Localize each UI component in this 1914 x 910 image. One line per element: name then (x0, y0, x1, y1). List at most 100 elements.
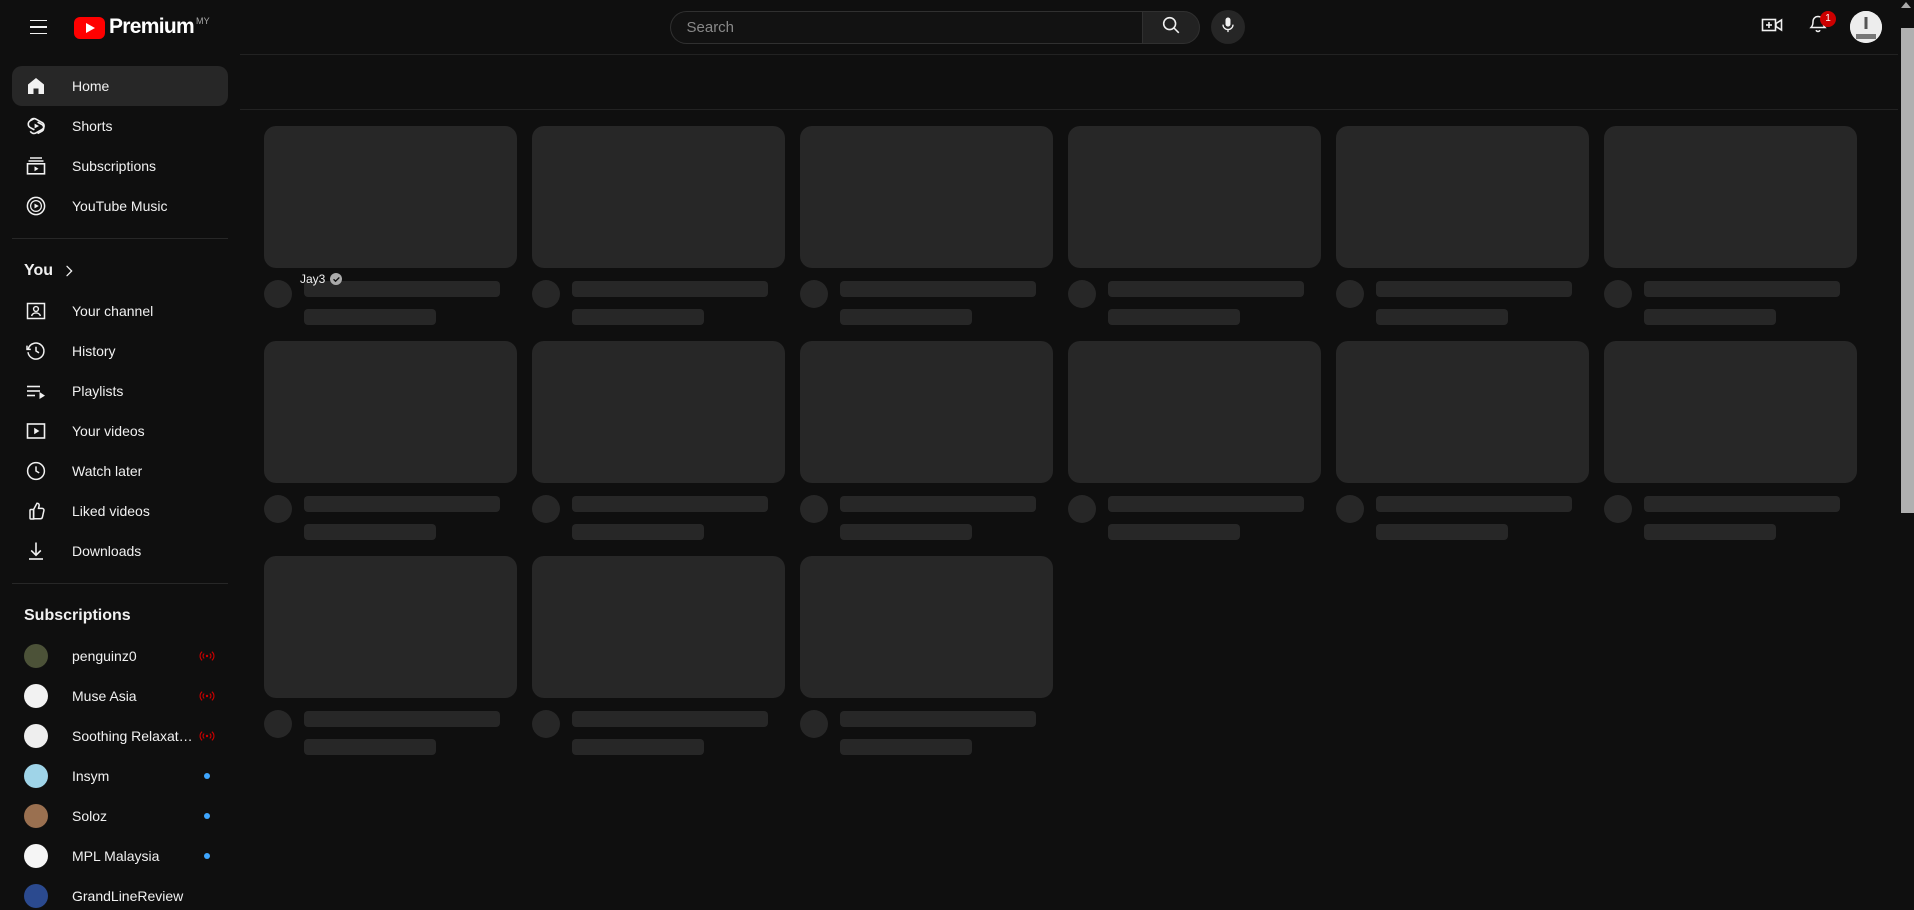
sidebar-you-header[interactable]: You (12, 251, 228, 291)
video-text-placeholder (304, 710, 517, 755)
video-meta-placeholder (264, 495, 517, 540)
verified-icon (330, 273, 343, 285)
video-thumbnail-placeholder[interactable] (800, 556, 1053, 698)
video-thumbnail-placeholder[interactable] (800, 126, 1053, 268)
subscription-name: Soothing Relaxat… (72, 728, 193, 744)
sidebar-item-downloads[interactable]: Downloads (12, 531, 228, 571)
logo-text: Premium (109, 15, 195, 38)
page-scrollbar[interactable] (1898, 0, 1914, 910)
create-video-button[interactable] (1752, 7, 1792, 47)
search-button[interactable] (1141, 10, 1200, 44)
sidebar-item-subscriptions[interactable]: Subscriptions (12, 146, 228, 186)
video-card[interactable] (1068, 126, 1321, 325)
video-thumbnail-placeholder[interactable] (532, 556, 785, 698)
hamburger-icon[interactable] (18, 7, 58, 47)
video-meta-placeholder (800, 280, 1053, 325)
sidebar-item-watch-later-label: Watch later (72, 463, 143, 479)
video-card[interactable] (1604, 341, 1857, 540)
channel-avatar-placeholder (1336, 495, 1364, 523)
video-meta-placeholder (1068, 280, 1321, 325)
subscription-item-insym[interactable]: Insym (12, 756, 228, 796)
scrollbar-thumb[interactable] (1901, 28, 1914, 513)
search-box[interactable] (669, 10, 1142, 44)
video-thumbnail-placeholder[interactable] (532, 341, 785, 483)
masthead: Premium MY Search 1 (0, 0, 1914, 54)
subscription-item-soothing-relaxation[interactable]: Soothing Relaxat… (12, 716, 228, 756)
avatar[interactable] (1850, 11, 1882, 43)
history-icon (24, 339, 48, 363)
sidebar-item-home[interactable]: Home (12, 66, 228, 106)
subtitle-placeholder-line (304, 524, 436, 540)
video-thumbnail-placeholder[interactable]: Jay3 (264, 126, 517, 286)
channel-avatar (24, 844, 48, 868)
video-thumbnail-placeholder[interactable] (264, 556, 517, 698)
video-thumbnail-placeholder[interactable] (1336, 126, 1589, 268)
video-thumbnail-placeholder[interactable] (1604, 341, 1857, 483)
sidebar-item-history[interactable]: History (12, 331, 228, 371)
voice-search-button[interactable] (1210, 10, 1245, 44)
subtitle-placeholder-line (572, 524, 704, 540)
video-card[interactable] (800, 126, 1053, 325)
scroll-up-arrow-icon[interactable] (1901, 2, 1911, 8)
subtitle-placeholder-line (1108, 309, 1240, 325)
sidebar-item-youtube-music[interactable]: YouTube Music (12, 186, 228, 226)
subscription-item-penguinz0[interactable]: penguinz0 (12, 636, 228, 676)
channel-avatar-placeholder (1604, 280, 1632, 308)
video-thumbnail-placeholder[interactable] (264, 341, 517, 483)
subscription-item-grandlinereview[interactable]: GrandLineReview (12, 876, 228, 910)
channel-avatar-placeholder (1336, 280, 1364, 308)
sidebar-item-liked-videos-label: Liked videos (72, 503, 150, 519)
search-input[interactable] (686, 18, 1142, 36)
video-thumbnail-placeholder[interactable] (1068, 126, 1321, 268)
video-text-placeholder (1376, 280, 1589, 325)
sidebar-item-downloads-label: Downloads (72, 543, 142, 559)
sidebar-item-youtube-music-label: YouTube Music (72, 198, 168, 214)
video-thumbnail-placeholder[interactable] (532, 126, 785, 268)
video-meta-placeholder (1604, 280, 1857, 325)
subscription-item-mpl-malaysia[interactable]: MPL Malaysia (12, 836, 228, 876)
youtube-premium-logo[interactable]: Premium MY (74, 15, 210, 39)
video-card[interactable] (264, 341, 517, 540)
video-card[interactable] (800, 341, 1053, 540)
video-card[interactable] (1068, 341, 1321, 540)
chevron-right-icon (61, 263, 77, 279)
main-content: Jay3 (240, 54, 1898, 910)
channel-avatar (24, 884, 48, 908)
downloads-icon (24, 539, 48, 563)
video-card[interactable] (532, 341, 785, 540)
sidebar-item-shorts[interactable]: Shorts (12, 106, 228, 146)
video-text-placeholder (1108, 280, 1321, 325)
video-card[interactable] (1336, 341, 1589, 540)
video-thumbnail-placeholder[interactable] (1604, 126, 1857, 268)
notification-count-badge: 1 (1820, 11, 1836, 27)
sidebar-item-playlists[interactable]: Playlists (12, 371, 228, 411)
video-card[interactable] (264, 556, 517, 755)
video-thumbnail-placeholder[interactable] (1068, 341, 1321, 483)
channel-avatar (24, 764, 48, 788)
new-content-dot (196, 853, 218, 859)
video-card[interactable] (532, 556, 785, 755)
video-card[interactable] (1336, 126, 1589, 325)
subscription-item-muse-asia[interactable]: Muse Asia (12, 676, 228, 716)
subscription-item-soloz[interactable]: Soloz (12, 796, 228, 836)
video-card[interactable] (800, 556, 1053, 755)
sidebar-item-your-videos[interactable]: Your videos (12, 411, 228, 451)
video-card[interactable] (1604, 126, 1857, 325)
notifications-button[interactable]: 1 (1798, 7, 1838, 47)
video-meta-placeholder (1336, 280, 1589, 325)
sidebar-item-watch-later[interactable]: Watch later (12, 451, 228, 491)
video-meta-placeholder (800, 495, 1053, 540)
video-thumbnail-placeholder[interactable] (800, 341, 1053, 483)
title-placeholder-line (304, 711, 500, 727)
microphone-icon (1218, 15, 1238, 40)
video-card[interactable] (532, 126, 785, 325)
sidebar[interactable]: Home Shorts Subscriptions YouTube Music … (0, 54, 240, 910)
filter-chip-bar[interactable] (240, 54, 1898, 110)
sidebar-item-your-channel[interactable]: Your channel (12, 291, 228, 331)
video-card[interactable]: Jay3 (264, 126, 517, 325)
video-thumbnail-placeholder[interactable] (1336, 341, 1589, 483)
channel-avatar-placeholder (1068, 495, 1096, 523)
video-text-placeholder (840, 710, 1053, 755)
sidebar-item-liked-videos[interactable]: Liked videos (12, 491, 228, 531)
sidebar-you-section: You Your channel History Playlists Your … (0, 239, 240, 583)
